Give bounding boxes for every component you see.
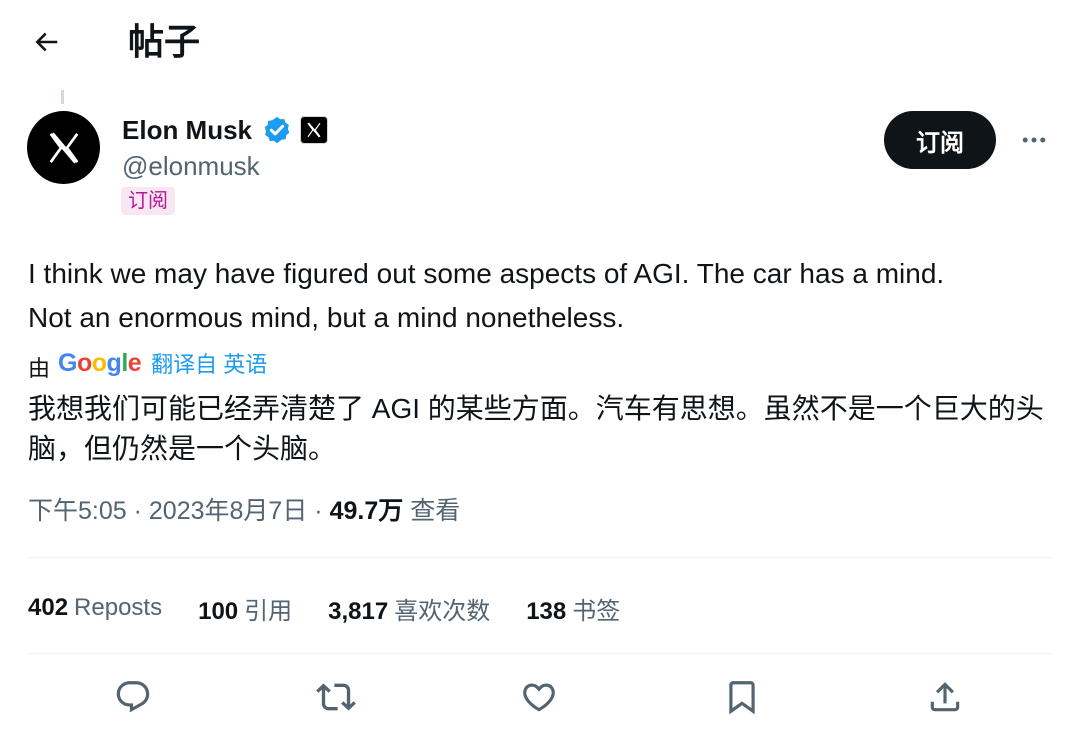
views-count: 49.7万 [329, 497, 404, 525]
arrow-left-icon [35, 32, 58, 52]
reply-button[interactable] [111, 675, 155, 719]
reposts-count: 402 [28, 594, 69, 621]
tweet-text: I think we may have figured out some asp… [28, 252, 1058, 340]
translated-tweet-text: 我想我们可能已经弄清楚了 AGI 的某些方面。汽车有思想。虽然不是一个巨大的头脑… [28, 393, 1044, 464]
reposts-label: Reposts [74, 594, 163, 621]
quotes-count: 100 [198, 597, 239, 625]
verified-badge-icon[interactable] [262, 115, 292, 145]
tweet-text-line: Not an enormous mind, but a mind nonethe… [28, 302, 625, 333]
more-options-button[interactable] [1014, 122, 1054, 158]
action-bar [0, 675, 1080, 719]
views-label: 查看 [410, 497, 461, 525]
meta-separator: · [133, 497, 142, 525]
x-logo-icon [49, 131, 78, 164]
tweet-date[interactable]: 2023年8月7日 [149, 497, 307, 525]
reposts-stat[interactable]: 402 Reposts [28, 594, 162, 622]
reply-icon [116, 681, 150, 713]
google-logo: Google [58, 348, 142, 377]
back-button[interactable] [28, 24, 64, 60]
more-horizontal-icon [1022, 137, 1046, 143]
bookmark-button[interactable] [720, 675, 764, 719]
tweet-time[interactable]: 下午5:05 [28, 497, 127, 525]
translate-by-label: 由 [28, 356, 51, 381]
author-display-name[interactable]: Elon Musk [122, 113, 252, 147]
likes-label: 喜欢次数 [394, 597, 491, 625]
tweet-text-line: I think we may have figured out some asp… [28, 258, 945, 289]
heart-icon [523, 683, 555, 712]
affiliation-badge-icon[interactable] [300, 116, 328, 144]
translation-attribution: 由 Google 翻译自 英语 [28, 345, 267, 382]
x-logo-icon [307, 122, 321, 138]
page-title: 帖子 [128, 21, 201, 62]
repost-button[interactable] [314, 675, 358, 719]
thread-connector-line [61, 90, 64, 104]
share-button[interactable] [923, 675, 967, 719]
avatar[interactable] [27, 111, 100, 184]
like-button[interactable] [517, 675, 561, 719]
quotes-stat[interactable]: 100 引用 [198, 591, 292, 626]
subscribe-button[interactable]: 订阅 [884, 111, 996, 169]
share-icon [930, 682, 960, 712]
bookmarks-count: 138 [526, 597, 567, 625]
bookmark-icon [729, 681, 755, 715]
bookmarks-label: 书签 [572, 597, 621, 625]
bookmarks-stat[interactable]: 138 书签 [526, 591, 620, 626]
divider [28, 653, 1051, 654]
top-bar: 帖子 [0, 0, 1080, 88]
engagement-stats: 402 Reposts 100 引用 3,817 喜欢次数 138 书签 [28, 590, 656, 626]
likes-stat[interactable]: 3,817 喜欢次数 [328, 591, 490, 626]
subscription-badge[interactable]: 订阅 [121, 187, 175, 215]
repost-icon [316, 683, 356, 711]
quotes-label: 引用 [244, 597, 293, 625]
likes-count: 3,817 [328, 597, 389, 625]
translate-source-link[interactable]: 翻译自 英语 [151, 347, 267, 379]
divider [28, 557, 1051, 558]
author-handle[interactable]: @elonmusk [122, 150, 260, 182]
meta-separator: · [314, 497, 323, 525]
tweet-meta: 下午5:05 · 2023年8月7日 · 49.7万 查看 [28, 493, 460, 529]
